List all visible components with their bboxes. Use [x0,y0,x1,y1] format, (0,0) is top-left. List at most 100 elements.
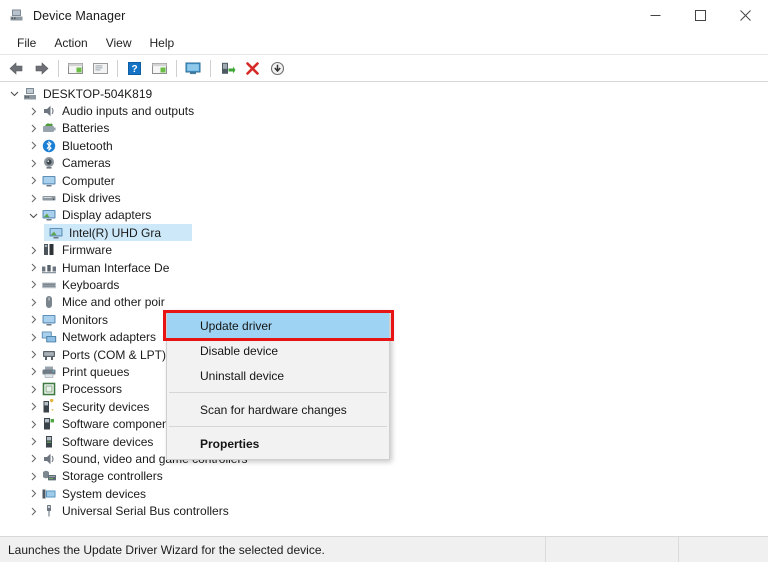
tree-label: Security devices [62,399,149,415]
toolbar-separator [210,60,211,77]
update-driver-icon[interactable] [147,57,171,79]
context-menu-item-disable-device[interactable]: Disable device [167,338,389,363]
tree-row-bluetooth[interactable]: Bluetooth [0,137,768,154]
toolbar-separator [58,60,59,77]
tree-row-human-interface-devices[interactable]: Human Interface De [0,259,768,276]
tree-row-firmware[interactable]: Firmware [0,242,768,259]
disk-drive-icon [41,190,57,206]
show-hide-console-tree-icon[interactable] [63,57,87,79]
status-panel-tertiary [679,537,768,562]
chevron-down-icon[interactable] [26,207,41,224]
context-menu[interactable]: Update driver Disable device Uninstall d… [166,310,390,460]
tree-label: Display adapters [62,207,151,223]
tree-row-storage-controllers[interactable]: Storage controllers [0,468,768,485]
tree-label: Software devices [62,434,153,450]
chevron-right-icon[interactable] [26,485,41,502]
tree-label: Intel(R) UHD Gra [69,225,161,241]
uninstall-device-icon[interactable] [240,57,264,79]
chevron-right-icon[interactable] [26,172,41,189]
chevron-right-icon[interactable] [26,120,41,137]
toolbar-separator [117,60,118,77]
tree-row-root[interactable]: DESKTOP-504K819 [0,85,768,102]
context-menu-item-update-driver[interactable]: Update driver [167,313,389,338]
chevron-right-icon[interactable] [26,259,41,276]
menu-action[interactable]: Action [45,34,96,52]
chevron-right-icon[interactable] [26,503,41,520]
tree-label: Software components [62,416,178,432]
device-manager-icon [9,7,26,24]
chevron-right-icon[interactable] [26,450,41,467]
minimize-button[interactable] [633,0,678,31]
device-tree-panel[interactable]: DESKTOP-504K819 Audio inputs and outp [0,82,768,537]
usb-icon [41,503,57,519]
tree-row-usb-controllers[interactable]: Universal Serial Bus controllers [0,502,768,519]
menu-help[interactable]: Help [141,34,184,52]
tree-label: Firmware [62,242,112,258]
storage-controller-icon [41,468,57,484]
tree-label: Network adapters [62,329,156,345]
enable-device-icon[interactable] [215,57,239,79]
chevron-right-icon[interactable] [26,137,41,154]
tree-row-mice[interactable]: Mice and other poir [0,294,768,311]
tree-row-keyboards[interactable]: Keyboards [0,276,768,293]
printer-icon [41,364,57,380]
properties-icon[interactable] [88,57,112,79]
tree-label-root: DESKTOP-504K819 [43,86,152,102]
context-menu-item-scan-for-hardware-changes[interactable]: Scan for hardware changes [167,397,389,422]
chevron-right-icon[interactable] [26,294,41,311]
chevron-right-icon[interactable] [26,416,41,433]
chevron-right-icon[interactable] [26,398,41,415]
close-button[interactable] [723,0,768,31]
chevron-right-icon[interactable] [26,190,41,207]
status-panel-secondary [546,537,679,562]
tree-row-audio[interactable]: Audio inputs and outputs [0,102,768,119]
svg-text:?: ? [131,64,137,75]
window-title: Device Manager [33,9,125,23]
toolbar: ? [0,55,768,82]
maximize-button[interactable] [678,0,723,31]
tree-row-cameras[interactable]: Cameras [0,155,768,172]
chevron-right-icon[interactable] [26,242,41,259]
security-device-icon [41,399,57,415]
chevron-right-icon[interactable] [26,276,41,293]
chevron-right-icon[interactable] [26,311,41,328]
tree-label: Cameras [62,155,111,171]
speaker-icon [41,451,57,467]
menu-file[interactable]: File [8,34,45,52]
chevron-right-icon[interactable] [26,468,41,485]
tree-row-computer[interactable]: Computer [0,172,768,189]
tree-label: Monitors [62,312,108,328]
chevron-right-icon[interactable] [26,346,41,363]
chevron-right-icon[interactable] [26,329,41,346]
forward-icon[interactable] [29,57,53,79]
chevron-right-icon[interactable] [26,155,41,172]
battery-icon [41,120,57,136]
help-icon[interactable]: ? [122,57,146,79]
speaker-icon [41,103,57,119]
back-icon[interactable] [4,57,28,79]
tree-row-intel-uhd-graphics[interactable]: Intel(R) UHD Gra [0,224,768,241]
context-menu-item-properties[interactable]: Properties [167,431,389,456]
chevron-right-icon[interactable] [26,433,41,450]
chevron-right-icon[interactable] [26,363,41,380]
tree-row-batteries[interactable]: Batteries [0,120,768,137]
display-adapter-icon [48,225,64,241]
mouse-icon [41,294,57,310]
tree-row-disk-drives[interactable]: Disk drives [0,189,768,206]
tree-label: Print queues [62,364,129,380]
menu-view[interactable]: View [97,34,141,52]
computer-root-icon [22,86,38,102]
chevron-right-icon[interactable] [26,103,41,120]
network-adapter-icon [41,329,57,345]
keyboard-icon [41,277,57,293]
hid-icon [41,260,57,276]
chevron-down-icon[interactable] [7,85,22,102]
chevron-right-icon[interactable] [26,381,41,398]
tree-label: Processors [62,381,122,397]
tree-row-display-adapters[interactable]: Display adapters [0,207,768,224]
tree-row-system-devices[interactable]: System devices [0,485,768,502]
disable-device-icon[interactable] [265,57,289,79]
context-menu-item-uninstall-device[interactable]: Uninstall device [167,363,389,388]
tree-label: Mice and other poir [62,294,165,310]
scan-for-hardware-changes-icon[interactable] [181,57,205,79]
